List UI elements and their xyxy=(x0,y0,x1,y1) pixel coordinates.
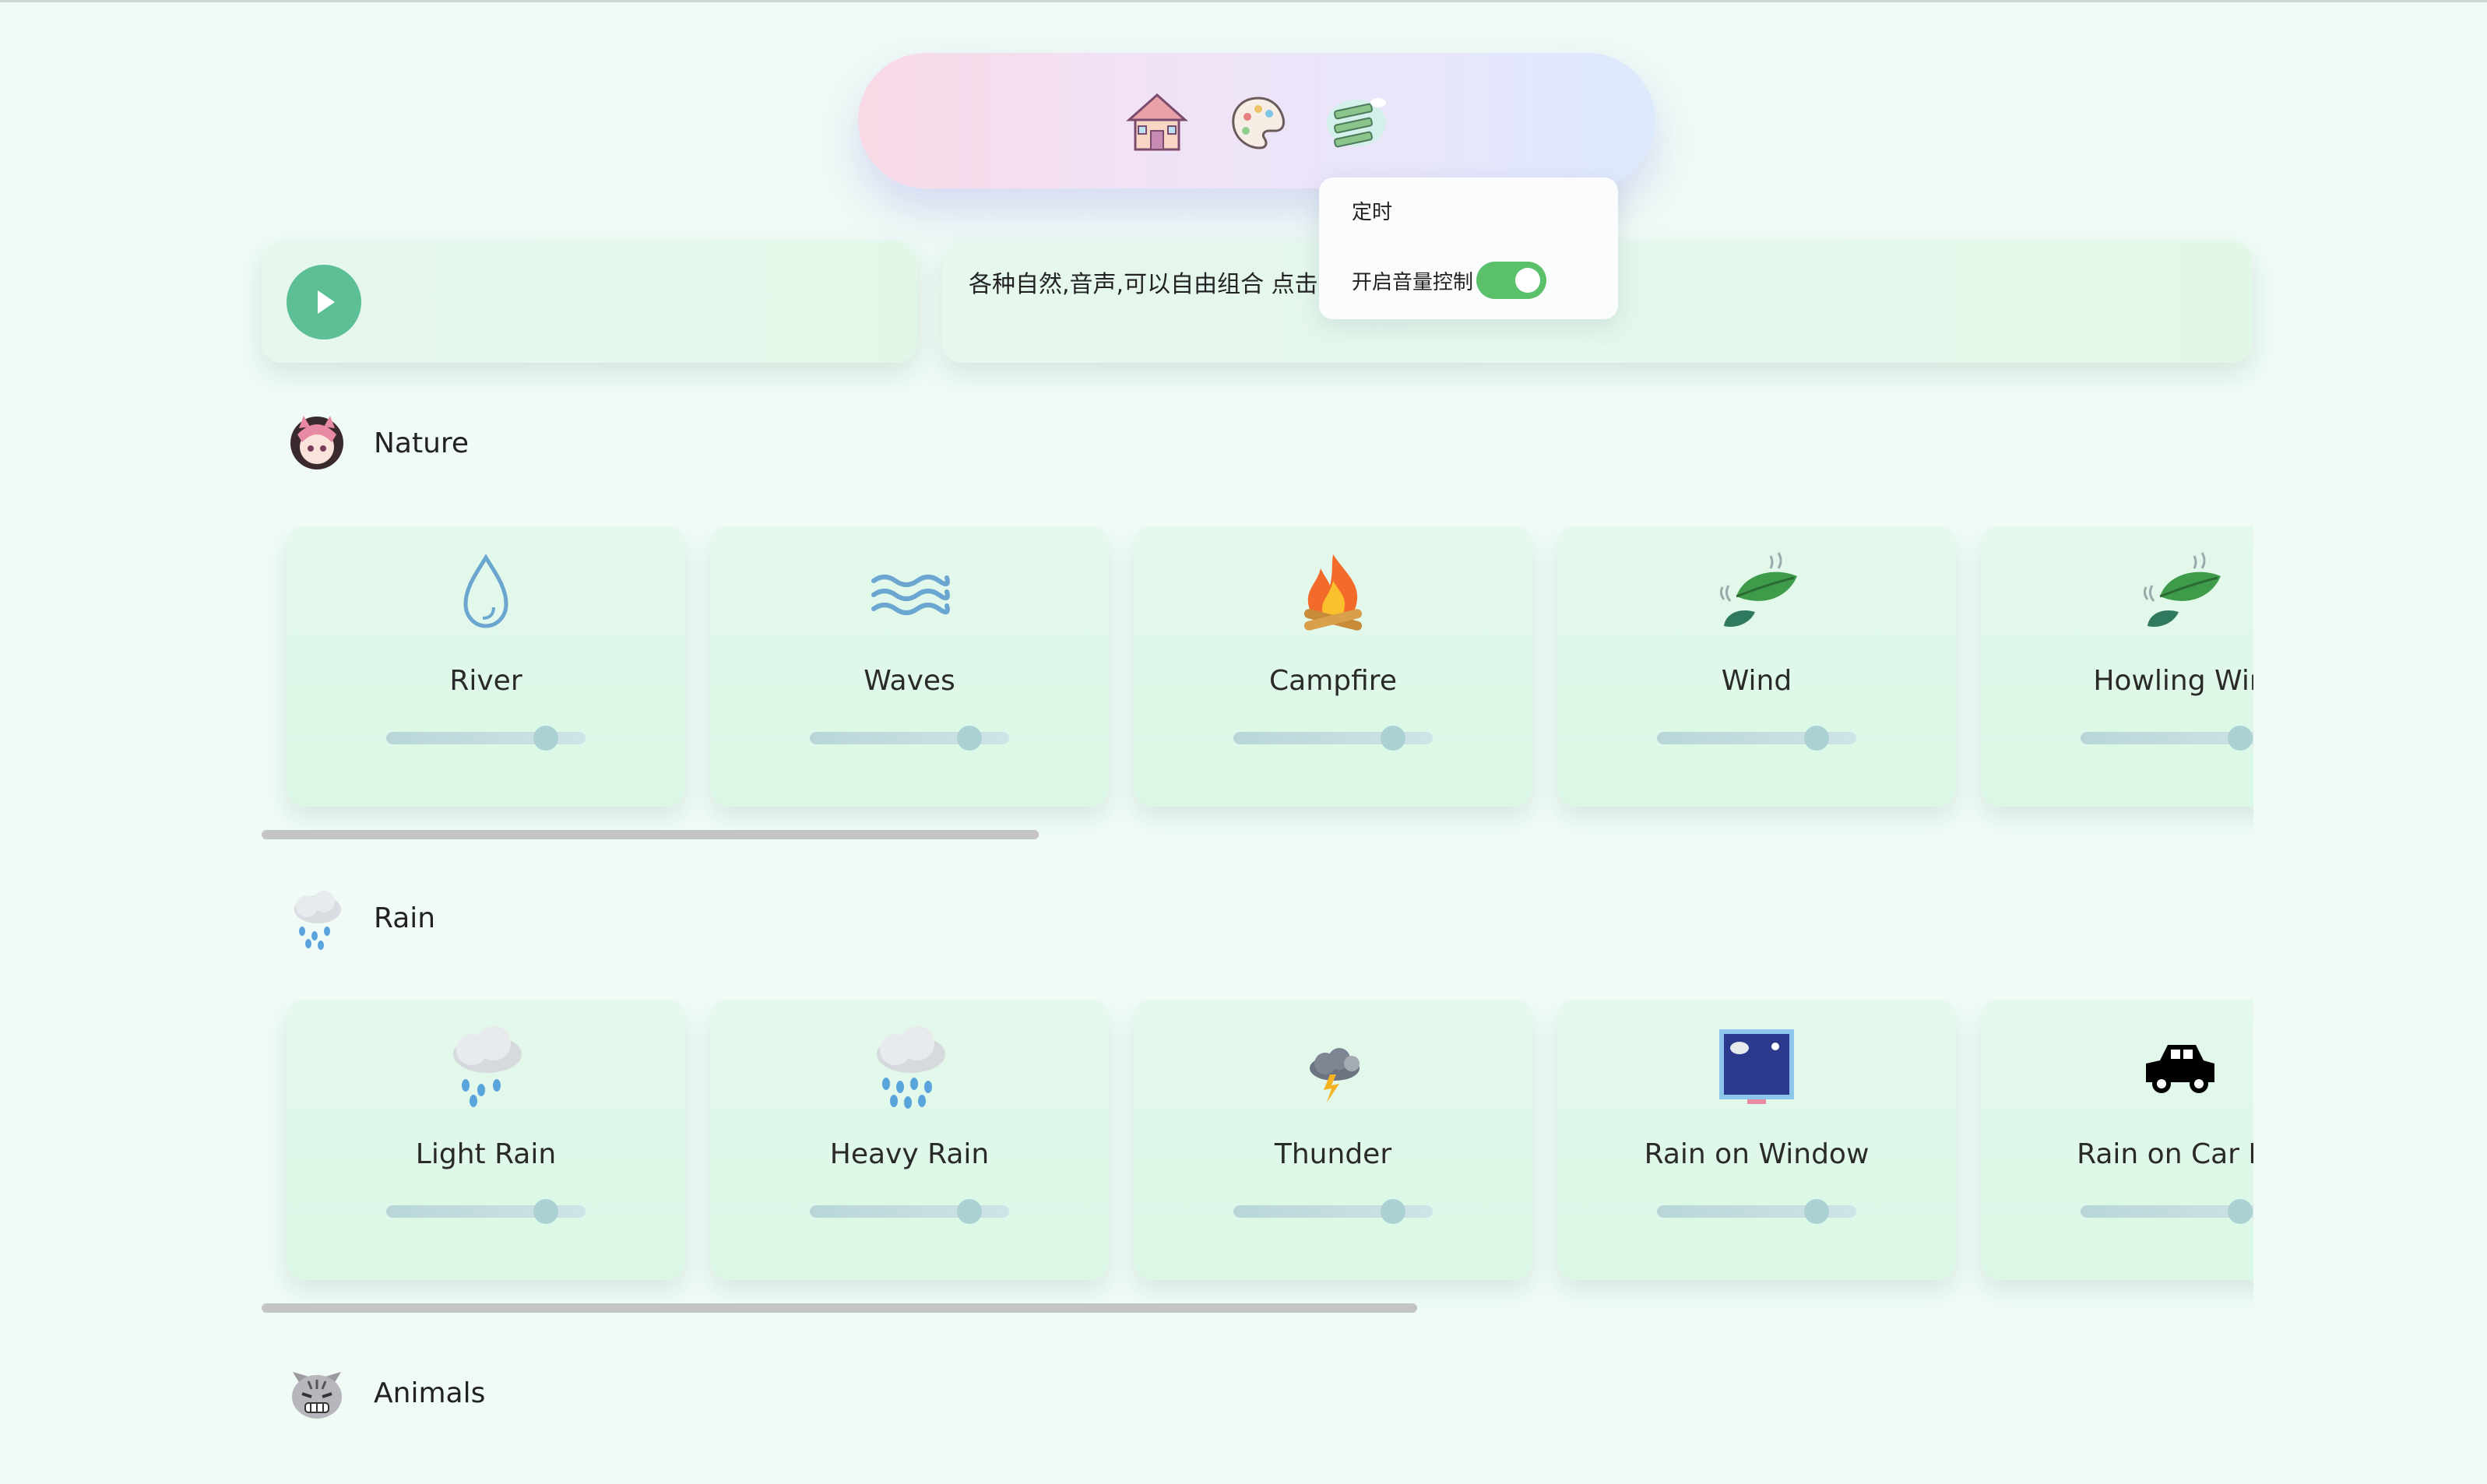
sound-card-light-rain[interactable]: Light Rain xyxy=(287,1000,685,1280)
sound-name: Rain on Window xyxy=(1644,1138,1870,1170)
slider-thumb[interactable] xyxy=(2227,726,2253,751)
rain-cloud-icon xyxy=(442,1023,529,1110)
waves-icon xyxy=(866,550,953,637)
palette-icon[interactable] xyxy=(1224,89,1293,157)
slider-thumb[interactable] xyxy=(1380,1199,1405,1224)
settings-popup: 定时 开启音量控制 xyxy=(1319,178,1618,319)
play-button[interactable] xyxy=(287,265,361,339)
volume-control-item[interactable]: 开启音量控制 xyxy=(1352,262,1547,299)
sound-name: River xyxy=(449,665,522,697)
slider-thumb[interactable] xyxy=(1380,726,1405,751)
sound-card-rain-on-window[interactable]: Rain on Window xyxy=(1557,1000,1956,1280)
description-text: 各种自然,音声,可以自由组合 点击 xyxy=(969,271,1318,298)
top-nav xyxy=(858,53,1655,188)
leaf-wind-icon xyxy=(1713,550,1800,637)
volume-slider[interactable] xyxy=(1233,726,1433,751)
leaf-wind-icon xyxy=(2137,550,2224,637)
scrollbar-thumb[interactable] xyxy=(262,1303,1417,1313)
scrollbar-thumb[interactable] xyxy=(262,830,1039,839)
sound-card-campfire[interactable]: Campfire xyxy=(1134,526,1532,807)
volume-slider[interactable] xyxy=(2081,726,2253,751)
anime-avatar-icon xyxy=(285,411,349,475)
category-title: Animals xyxy=(374,1377,486,1409)
volume-slider[interactable] xyxy=(1657,1199,1856,1224)
slider-thumb[interactable] xyxy=(533,726,558,751)
volume-slider[interactable] xyxy=(810,1199,1009,1224)
volume-slider[interactable] xyxy=(1657,726,1856,751)
slider-thumb[interactable] xyxy=(1803,1199,1829,1224)
page: 各种自然,音声,可以自由组合 点击 定时 开启音量控制 Nature River… xyxy=(0,0,2487,1484)
volume-control-label: 开启音量控制 xyxy=(1352,270,1474,294)
volume-slider[interactable] xyxy=(2081,1199,2253,1224)
cat-face-icon xyxy=(285,1361,349,1425)
volume-slider[interactable] xyxy=(1233,1199,1433,1224)
sound-card-wind[interactable]: Wind xyxy=(1557,526,1956,807)
sound-card-rain-on-car-roof[interactable]: Rain on Car Ro xyxy=(1981,1000,2253,1280)
volume-slider[interactable] xyxy=(386,1199,586,1224)
nature-card-row[interactable]: River Waves Campfire Wind Howling Win xyxy=(262,526,2253,838)
sound-name: Heavy Rain xyxy=(829,1138,990,1170)
sound-name: Rain on Car Ro xyxy=(2077,1138,2253,1170)
heavy-rain-cloud-icon xyxy=(866,1023,953,1110)
volume-slider[interactable] xyxy=(810,726,1009,751)
sound-card-waves[interactable]: Waves xyxy=(710,526,1109,807)
category-title: Rain xyxy=(374,902,436,934)
menu-icon[interactable] xyxy=(1322,89,1391,157)
rain-cloud-icon xyxy=(285,886,349,950)
rain-card-row[interactable]: Light Rain Heavy Rain Thunder Rain on Wi… xyxy=(262,1000,2253,1311)
sound-name: Waves xyxy=(864,665,955,697)
category-header-animals: Animals xyxy=(285,1361,485,1425)
top-divider xyxy=(0,0,2487,2)
sound-name: Howling Win xyxy=(2093,665,2253,697)
sound-card-heavy-rain[interactable]: Heavy Rain xyxy=(710,1000,1109,1280)
sound-name: Wind xyxy=(1721,665,1792,697)
volume-control-toggle[interactable] xyxy=(1476,262,1547,299)
category-header-rain: Rain xyxy=(285,886,435,950)
player-panel xyxy=(262,241,917,363)
campfire-icon xyxy=(1289,550,1377,637)
category-title: Nature xyxy=(374,427,470,459)
sound-card-river[interactable]: River xyxy=(287,526,685,807)
slider-thumb[interactable] xyxy=(2227,1199,2253,1224)
slider-thumb[interactable] xyxy=(533,1199,558,1224)
sound-card-thunder[interactable]: Thunder xyxy=(1134,1000,1532,1280)
timer-menu-item[interactable]: 定时 xyxy=(1352,196,1392,225)
slider-thumb[interactable] xyxy=(1803,726,1829,751)
sound-name: Light Rain xyxy=(415,1138,557,1170)
car-icon xyxy=(2137,1023,2224,1110)
toggle-knob xyxy=(1515,268,1541,293)
window-icon xyxy=(1713,1023,1800,1110)
nature-scrollbar[interactable] xyxy=(262,830,2253,839)
volume-slider[interactable] xyxy=(386,726,586,751)
rain-scrollbar[interactable] xyxy=(262,1303,2253,1313)
water-drop-icon xyxy=(442,550,529,637)
sound-card-howling-wind[interactable]: Howling Win xyxy=(1981,526,2253,807)
slider-thumb[interactable] xyxy=(956,726,982,751)
slider-thumb[interactable] xyxy=(956,1199,982,1224)
category-header-nature: Nature xyxy=(285,411,469,475)
thunder-cloud-icon xyxy=(1289,1023,1377,1110)
sound-name: Campfire xyxy=(1269,665,1397,697)
sound-name: Thunder xyxy=(1274,1138,1392,1170)
home-icon[interactable] xyxy=(1123,89,1191,157)
